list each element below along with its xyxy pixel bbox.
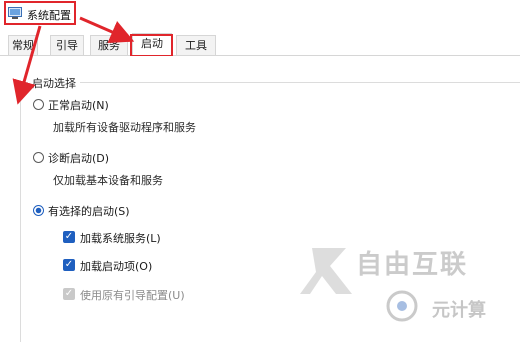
watermark-text: 自由互联	[356, 250, 469, 280]
normal-startup-description: 加载所有设备驱动程序和服务	[53, 121, 196, 134]
annotation-arrows	[12, 16, 135, 105]
arrow-to-startup-tab	[79, 16, 135, 44]
load-system-services-label[interactable]: 加载系统服务(L)	[80, 230, 161, 246]
load-system-services-checkbox[interactable]: ✓	[63, 231, 75, 243]
use-original-boot-config-label: 使用原有引导配置(U)	[80, 289, 185, 302]
diagnostic-startup-label[interactable]: 诊断启动(D)	[48, 150, 109, 166]
load-startup-items-checkbox[interactable]: ✓	[63, 259, 75, 271]
watermark-text-secondary: 元计算	[432, 300, 486, 321]
selective-startup-radio[interactable]	[33, 205, 44, 216]
load-startup-items-label[interactable]: 加载启动项(O)	[80, 258, 152, 274]
use-original-boot-config-checkbox: ✓	[63, 288, 75, 300]
selective-startup-label[interactable]: 有选择的启动(S)	[48, 203, 130, 219]
diagnostic-startup-radio[interactable]	[33, 152, 44, 163]
diagnostic-startup-description: 仅加载基本设备和服务	[53, 174, 163, 187]
arrow-down-left	[12, 25, 42, 105]
